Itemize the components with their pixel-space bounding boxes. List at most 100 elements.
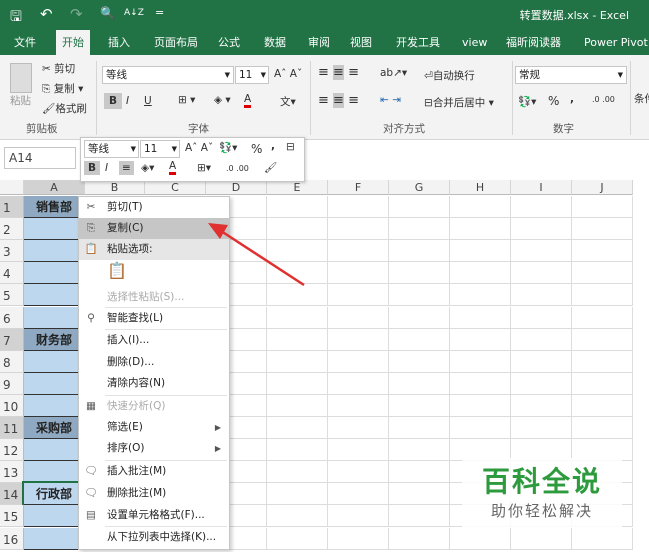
cell-I4[interactable]	[511, 262, 572, 285]
mini-center-icon[interactable]: ≡	[119, 161, 134, 175]
tab-3[interactable]: 页面布局	[148, 30, 204, 55]
cell-J9[interactable]	[572, 372, 633, 395]
comma-button[interactable]: ,	[570, 93, 574, 105]
cell-I2[interactable]	[511, 218, 572, 241]
cell-G7[interactable]	[389, 328, 450, 351]
row-header-11[interactable]: 11	[0, 417, 24, 440]
cell-A4[interactable]	[24, 262, 85, 285]
column-header-G[interactable]: G	[389, 180, 450, 195]
cell-A2[interactable]	[24, 218, 85, 241]
cell-G5[interactable]	[389, 284, 450, 307]
column-header-A[interactable]: A	[24, 180, 85, 195]
cell-H6[interactable]	[450, 306, 511, 329]
bold-button[interactable]: B	[104, 93, 123, 109]
customize-qat-icon[interactable]: =	[155, 6, 164, 19]
column-header-H[interactable]: H	[450, 180, 511, 195]
select-all-corner[interactable]	[0, 180, 24, 195]
cell-H2[interactable]	[450, 218, 511, 241]
cell-J7[interactable]	[572, 328, 633, 351]
row-header-12[interactable]: 12	[0, 439, 24, 462]
cell-G15[interactable]	[389, 505, 450, 528]
cell-G16[interactable]	[389, 527, 450, 550]
cell-F2[interactable]	[328, 218, 389, 241]
vertical-align-icons[interactable]: ≡ ≡ ≡	[318, 65, 359, 80]
copy-button[interactable]: ⎘ 复制 ▾	[42, 81, 83, 96]
cell-E10[interactable]	[267, 394, 328, 417]
row-header-9[interactable]: 9	[0, 372, 24, 395]
cell-A14[interactable]: 行政部	[22, 481, 87, 508]
cell-A6[interactable]	[24, 306, 85, 329]
tab-5[interactable]: 数据	[258, 30, 292, 55]
cell-J1[interactable]	[572, 196, 633, 219]
mini-bold-button[interactable]: B	[84, 161, 101, 175]
cell-J10[interactable]	[572, 394, 633, 417]
cell-E13[interactable]	[267, 461, 328, 484]
cell-F16[interactable]	[328, 527, 389, 550]
cell-A7[interactable]: 财务部	[24, 328, 85, 351]
cell-A8[interactable]	[24, 350, 85, 373]
tab-2[interactable]: 插入	[102, 30, 136, 55]
mini-font-grow-icon[interactable]: Aˆ Aˇ	[185, 142, 213, 154]
redo-icon[interactable]: ↷	[70, 5, 83, 23]
cell-I7[interactable]	[511, 328, 572, 351]
cell-G11[interactable]	[389, 417, 450, 440]
tab-9[interactable]: view	[456, 30, 493, 55]
name-box[interactable]: A14	[4, 147, 76, 169]
menu-item-4[interactable]: 选择性粘贴(S)...	[79, 287, 229, 308]
menu-item-14[interactable]: ▤ 设置单元格格式(F)...	[79, 505, 229, 526]
row-header-2[interactable]: 2	[0, 218, 24, 241]
cell-J6[interactable]	[572, 306, 633, 329]
cell-F8[interactable]	[328, 350, 389, 373]
row-header-8[interactable]: 8	[0, 350, 24, 373]
cell-E6[interactable]	[267, 306, 328, 329]
cell-A15[interactable]	[24, 505, 85, 528]
tab-6[interactable]: 审阅	[302, 30, 336, 55]
format-painter-button[interactable]: 🖌格式刷	[42, 101, 87, 116]
horizontal-align-icons[interactable]: ≡ ≡ ≡	[318, 93, 359, 108]
cell-H3[interactable]	[450, 240, 511, 263]
row-header-10[interactable]: 10	[0, 394, 24, 417]
cell-J11[interactable]	[572, 417, 633, 440]
row-header-3[interactable]: 3	[0, 240, 24, 263]
cell-H1[interactable]	[450, 196, 511, 219]
cell-G1[interactable]	[389, 196, 450, 219]
cell-H5[interactable]	[450, 284, 511, 307]
menu-item-8[interactable]: 清除内容(N)	[79, 373, 229, 394]
menu-item-9[interactable]: ▦ 快速分析(Q)	[79, 396, 229, 417]
cell-J2[interactable]	[572, 218, 633, 241]
row-header-6[interactable]: 6	[0, 306, 24, 329]
cell-I10[interactable]	[511, 394, 572, 417]
print-preview-icon[interactable]: 🔍	[100, 6, 115, 20]
column-header-C[interactable]: C	[145, 180, 206, 195]
column-header-F[interactable]: F	[328, 180, 389, 195]
cell-G14[interactable]	[389, 483, 450, 506]
cell-G10[interactable]	[389, 394, 450, 417]
cell-E8[interactable]	[267, 350, 328, 373]
cell-J4[interactable]	[572, 262, 633, 285]
menu-item-13[interactable]: 🗨 删除批注(M)	[79, 483, 229, 504]
cell-F5[interactable]	[328, 284, 389, 307]
cell-E9[interactable]	[267, 372, 328, 395]
tab-8[interactable]: 开发工具	[390, 30, 446, 55]
mini-italic-button[interactable]: I	[105, 162, 108, 174]
merge-center-button[interactable]: ⊟合并后居中 ▾	[424, 95, 494, 110]
cell-H4[interactable]	[450, 262, 511, 285]
cell-F4[interactable]	[328, 262, 389, 285]
tab-7[interactable]: 视图	[344, 30, 378, 55]
underline-button[interactable]: U	[144, 95, 152, 107]
mini-percent-button[interactable]: %	[251, 142, 262, 156]
wrap-text-button[interactable]: ⏎自动换行	[424, 68, 475, 83]
column-header-B[interactable]: B	[85, 180, 145, 195]
cell-F3[interactable]	[328, 240, 389, 263]
mini-accounting-icon[interactable]: 💱▾	[219, 141, 237, 154]
mini-font-color-icon[interactable]: A	[169, 160, 177, 175]
tab-10[interactable]: 福昕阅读器	[500, 30, 567, 55]
cell-F12[interactable]	[328, 439, 389, 462]
menu-item-12[interactable]: 🗨 插入批注(M)	[79, 461, 229, 482]
save-icon[interactable]: 🖫	[10, 6, 22, 30]
cell-H7[interactable]	[450, 328, 511, 351]
cell-H9[interactable]	[450, 372, 511, 395]
number-format-select[interactable]: 常规 ▼	[515, 66, 627, 84]
cell-J3[interactable]	[572, 240, 633, 263]
cell-G2[interactable]	[389, 218, 450, 241]
